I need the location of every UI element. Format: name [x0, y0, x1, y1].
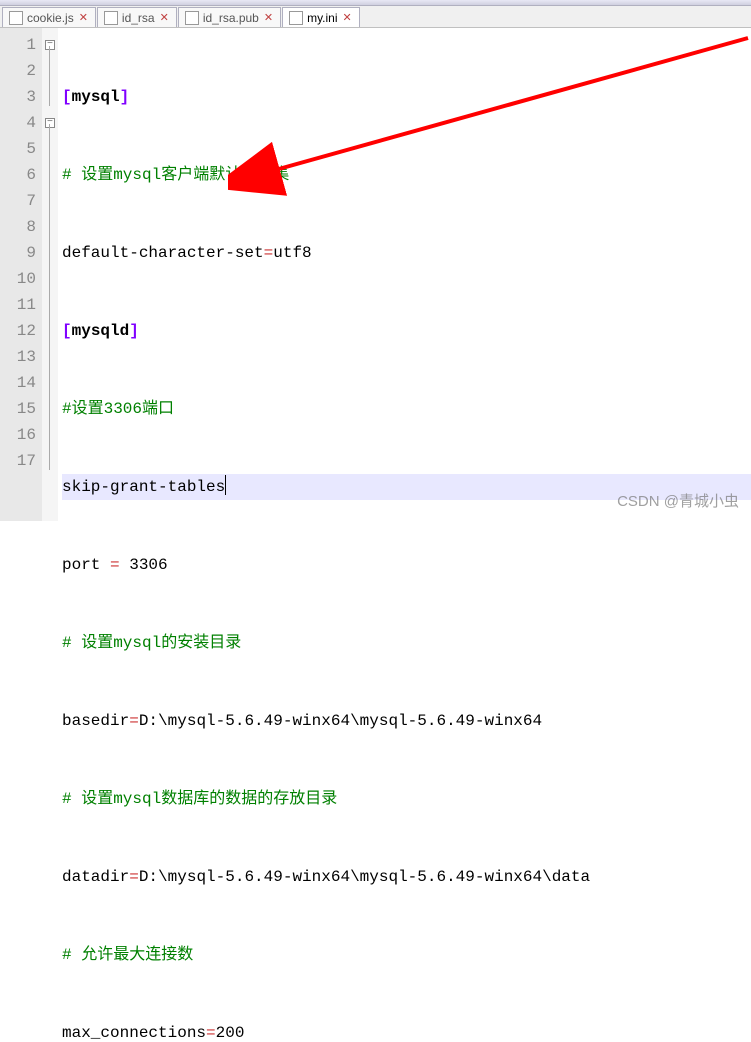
code-line: [[mysql]mysql] — [62, 84, 751, 110]
tab-my-ini[interactable]: my.ini ✕ — [282, 7, 360, 27]
code-line: max_connections=200 — [62, 1020, 751, 1042]
tab-label: id_rsa.pub — [203, 11, 259, 25]
text-file-icon — [185, 11, 199, 25]
line-number-gutter: 123 456 789 101112 131415 1617 — [0, 28, 42, 521]
fold-column: − − — [42, 28, 58, 521]
tab-label: my.ini — [307, 11, 337, 25]
close-icon[interactable]: ✕ — [342, 11, 353, 24]
tab-id-rsa-pub[interactable]: id_rsa.pub ✕ — [178, 7, 281, 27]
code-line: # 设置mysql数据库的数据的存放目录 — [62, 786, 751, 812]
code-line: [mysqld][mysqld] — [62, 318, 751, 344]
text-file-icon — [104, 11, 118, 25]
code-line: datadir=D:\mysql-5.6.49-winx64\mysql-5.6… — [62, 864, 751, 890]
code-line: # 设置mysql的安装目录 — [62, 630, 751, 656]
code-line: # 设置mysql客户端默认字符集 — [62, 162, 751, 188]
close-icon[interactable]: ✕ — [78, 11, 89, 24]
close-icon[interactable]: ✕ — [263, 11, 274, 24]
editor[interactable]: 123 456 789 101112 131415 1617 − − [[mys… — [0, 28, 751, 521]
tab-id-rsa[interactable]: id_rsa ✕ — [97, 7, 177, 27]
close-icon[interactable]: ✕ — [159, 11, 170, 24]
tab-label: cookie.js — [27, 11, 74, 25]
fold-toggle[interactable]: − — [45, 118, 55, 128]
code-line: basedir=D:\mysql-5.6.49-winx64\mysql-5.6… — [62, 708, 751, 734]
ini-file-icon — [289, 11, 303, 25]
tab-cookie-js[interactable]: cookie.js ✕ — [2, 7, 96, 27]
fold-toggle[interactable]: − — [45, 40, 55, 50]
watermark: CSDN @青城小虫 — [617, 490, 739, 511]
code-line: default-character-set=utf8 — [62, 240, 751, 266]
tab-bar: cookie.js ✕ id_rsa ✕ id_rsa.pub ✕ my.ini… — [0, 6, 751, 28]
code-area[interactable]: [[mysql]mysql] # 设置mysql客户端默认字符集 default… — [58, 28, 751, 521]
tab-label: id_rsa — [122, 11, 155, 25]
code-line: port = 3306 — [62, 552, 751, 578]
js-file-icon — [9, 11, 23, 25]
text-cursor — [225, 475, 226, 495]
code-line: #设置3306端口 — [62, 396, 751, 422]
code-line: # 允许最大连接数 — [62, 942, 751, 968]
